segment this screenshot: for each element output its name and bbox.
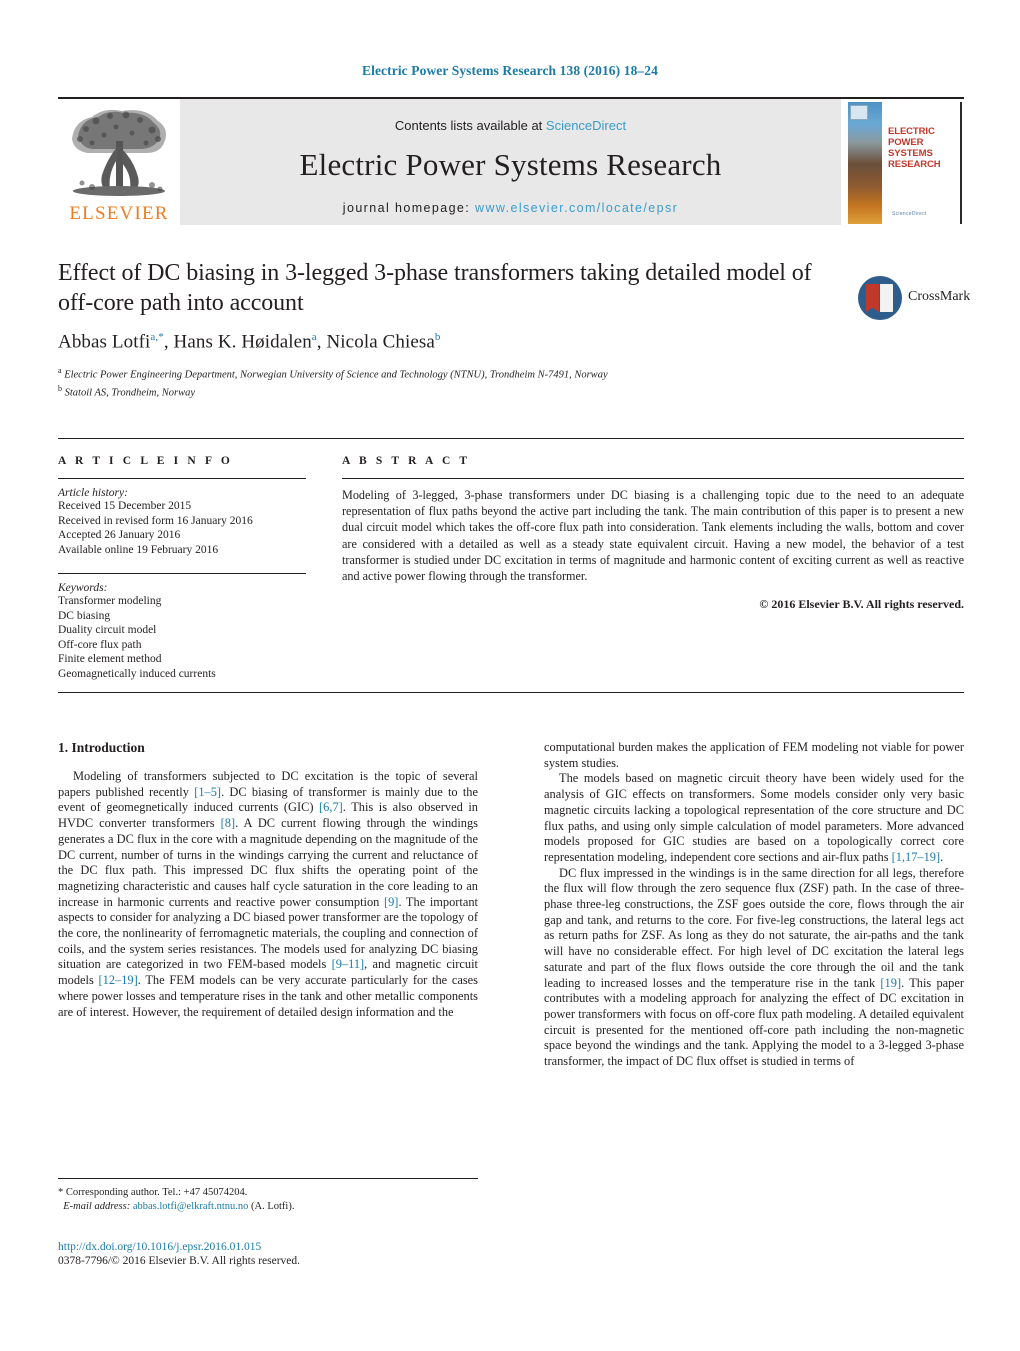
body-paragraph: Modeling of transformers subjected to DC… xyxy=(58,769,479,1019)
homepage-url-link[interactable]: www.elsevier.com/locate/epsr xyxy=(475,201,678,215)
keyword-item: Off-core flux path xyxy=(58,638,142,651)
abstract-heading: A B S T R A C T xyxy=(342,455,471,467)
contents-prefix: Contents lists available at xyxy=(394,118,546,133)
citation-link[interactable]: [8] xyxy=(221,816,235,830)
body-paragraph: computational burden makes the applicati… xyxy=(544,740,964,770)
abstract-rule xyxy=(342,478,964,479)
title-block: Effect of DC biasing in 3-legged 3-phase… xyxy=(58,258,970,400)
elsevier-logo: ELSEVIER xyxy=(58,99,180,225)
affiliation-line: b Statoil AS, Trondheim, Norway xyxy=(58,384,196,399)
keyword-item: Duality circuit model xyxy=(58,624,157,636)
email-link[interactable]: abbas.lotfi@elkraft.ntnu.no xyxy=(133,1201,249,1212)
elsevier-tree-icon xyxy=(72,109,166,196)
issn-copyright-line: 0378-7796/© 2016 Elsevier B.V. All right… xyxy=(58,1255,301,1267)
citation-link[interactable]: [6,7] xyxy=(319,800,343,814)
abstract-copyright: © 2016 Elsevier B.V. All rights reserved… xyxy=(759,597,964,612)
journal-cover-thumbnail: ELECTRIC POWER SYSTEMS RESEARCH ScienceD… xyxy=(841,99,964,225)
keyword-item: Geomagnetically induced currents xyxy=(58,667,216,680)
keywords-list: Transformer modeling DC biasing Duality ci… xyxy=(58,594,306,681)
info-abstract-block: A R T I C L E I N F O Article history: R… xyxy=(58,438,964,681)
journal-homepage-line: journal homepage: www.elsevier.com/locat… xyxy=(180,201,841,215)
doi-link[interactable]: http://dx.doi.org/10.1016/j.epsr.2016.01… xyxy=(58,1240,488,1254)
article-history-item: Available online 19 February 2016 xyxy=(58,543,219,556)
sciencedirect-link[interactable]: ScienceDirect xyxy=(546,118,626,133)
contents-available-line: Contents lists available at ScienceDirec… xyxy=(180,118,841,133)
doi-block: http://dx.doi.org/10.1016/j.epsr.2016.01… xyxy=(58,1240,488,1269)
body-paragraph: The models based on magnetic circuit the… xyxy=(544,771,964,864)
article-history-item: Received in revised form 16 January 2016 xyxy=(58,514,253,527)
keyword-item: Transformer modeling xyxy=(58,595,162,607)
elsevier-wordmark: ELSEVIER xyxy=(69,203,169,224)
crossmark-badge-icon xyxy=(858,276,902,320)
email-suffix: (A. Lotfi). xyxy=(248,1200,295,1212)
author-name: Abbas Lotfi xyxy=(58,331,151,353)
citation-link[interactable]: [9–11] xyxy=(332,957,365,971)
intro-paragraphs-left: Modeling of transformers subjected to DC… xyxy=(58,769,478,1020)
cover-photo-strip xyxy=(848,102,882,224)
keyword-item: Finite element method xyxy=(58,653,162,665)
keywords-label: Keywords: xyxy=(58,582,108,594)
article-history-list: Received 15 December 2015 Received in rev… xyxy=(58,499,306,557)
citation-link[interactable]: [12–19] xyxy=(99,973,138,987)
keywords-rule xyxy=(58,573,306,574)
article-info-rule xyxy=(58,478,306,479)
citation-link[interactable]: [1,17–19] xyxy=(892,850,941,864)
running-head: Electric Power Systems Research 138 (201… xyxy=(362,63,658,78)
article-info-heading: A R T I C L E I N F O xyxy=(58,455,233,467)
paper-page: Electric Power Systems Research 138 (201… xyxy=(0,0,1020,1351)
affiliation-list: a Electric Power Engineering Department,… xyxy=(58,364,964,400)
journal-masthead: ELSEVIER Contents lists available at Sci… xyxy=(58,97,964,227)
keyword-item: DC biasing xyxy=(58,609,111,622)
homepage-prefix: journal homepage: xyxy=(342,201,476,215)
abstract-text: Modeling of 3-legged, 3-phase transforme… xyxy=(342,488,964,584)
author-name: Nicola Chiesa xyxy=(326,331,435,353)
body-column-right: computational burden makes the applicati… xyxy=(544,740,964,1070)
author-affiliation-mark: a xyxy=(311,331,317,343)
info-abstract-bottom-rule xyxy=(58,692,964,693)
body-column-left: 1. Introduction Modeling of transformers… xyxy=(58,740,478,1070)
journal-title: Electric Power Systems Research xyxy=(299,147,722,182)
crossmark-label: CrossMark xyxy=(908,289,971,304)
body-columns: 1. Introduction Modeling of transformers… xyxy=(58,740,964,1070)
article-history-label: Article history: xyxy=(58,487,128,499)
footnote-block: * Corresponding author. Tel.: +47 450742… xyxy=(58,1178,478,1213)
cover-title: ELECTRIC POWER SYSTEMS RESEARCH xyxy=(888,126,941,170)
journal-banner: Contents lists available at ScienceDirec… xyxy=(180,99,841,225)
author-list: Abbas Lotfia,*, Hans K. Høidalena, Nicol… xyxy=(58,331,441,353)
article-info-column: A R T I C L E I N F O Article history: R… xyxy=(58,455,306,681)
section-title-introduction: 1. Introduction xyxy=(58,740,145,755)
citation-link[interactable]: [9] xyxy=(384,895,398,909)
body-paragraph: DC flux impressed in the windings is in … xyxy=(544,865,964,1069)
article-title: Effect of DC biasing in 3-legged 3-phase… xyxy=(58,260,812,316)
article-history-item: Received 15 December 2015 xyxy=(58,500,192,512)
corresponding-author-line: * Corresponding author. Tel.: +47 450742… xyxy=(58,1187,248,1198)
cover-footer: ScienceDirect xyxy=(892,211,927,217)
email-label: E-mail address: xyxy=(63,1200,131,1212)
intro-paragraphs-right: computational burden makes the applicati… xyxy=(544,740,964,1070)
email-line: E-mail address: abbas.lotfi@elkraft.ntnu… xyxy=(58,1200,478,1214)
citation-link[interactable]: [1–5] xyxy=(194,785,221,799)
citation-link[interactable]: [19] xyxy=(880,976,901,990)
author-affiliation-mark: a,* xyxy=(150,331,164,343)
affiliation-line: a Electric Power Engineering Department,… xyxy=(58,366,608,381)
article-history-item: Accepted 26 January 2016 xyxy=(58,529,181,541)
author-name: Hans K. Høidalen xyxy=(173,331,312,353)
crossmark-logo[interactable]: CrossMark xyxy=(858,276,970,338)
author-affiliation-mark: b xyxy=(434,331,441,343)
abstract-column: A B S T R A C T Modeling of 3-legged, 3-… xyxy=(342,455,964,681)
cover-logo-box xyxy=(850,105,868,120)
